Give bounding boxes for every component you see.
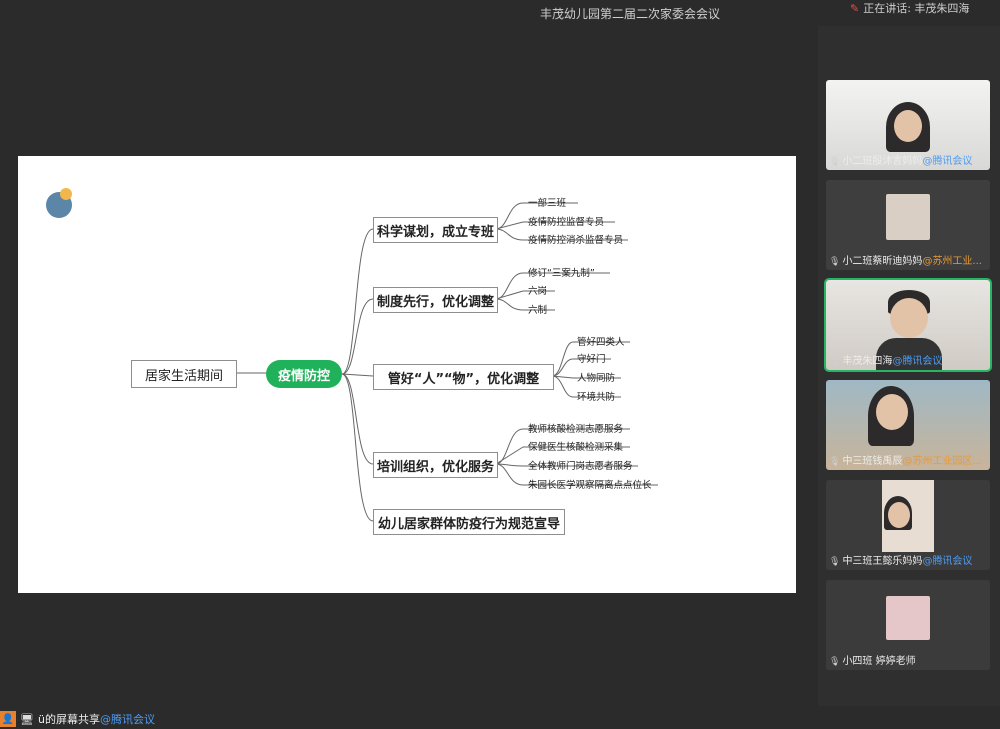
leaf-node: 环境共防: [577, 392, 616, 403]
participant-panel: 🎙 小二班殷沐言妈妈@腾讯会议 🎙 小二班蔡昕迪妈妈@苏州工业... 🎙 丰茂朱四海@…: [818, 26, 1000, 706]
branch-node: 制度先行，优化调整: [373, 287, 498, 313]
title-bar: 丰茂幼儿园第二届二次家委会会议 ✎ 正在讲话: 丰茂朱四海: [0, 0, 1000, 26]
speaking-indicator: ✎ 正在讲话: 丰茂朱四海: [850, 0, 969, 16]
mic-icon: 🎙: [829, 657, 841, 667]
mic-icon: 🎙: [829, 157, 841, 167]
participant-label: 🎙 中三班王懿乐妈妈@腾讯会议: [829, 556, 973, 567]
participant-label: 🎙 小四班 婷婷老师: [829, 656, 916, 667]
leaf-node: 人物同防: [577, 373, 616, 384]
screen-share-tag[interactable]: 👤 🖥 ü的屏幕共享 @腾讯会议: [0, 710, 155, 728]
face-shape: [890, 298, 928, 338]
mic-icon: 🎙: [829, 557, 841, 567]
avatar: [886, 194, 930, 240]
mindmap-center: 疫情防控: [266, 360, 342, 388]
leaf-node: 六岗: [528, 286, 548, 297]
branch-node: 管好“人”“物”，优化调整: [373, 364, 554, 390]
face-shape: [894, 110, 922, 142]
branch-node: 科学谋划，成立专班: [373, 217, 498, 243]
leaf-node: 保健医生核酸检测采集: [528, 442, 624, 453]
bottom-status-bar: 👤 🖥 ü的屏幕共享 @腾讯会议: [0, 706, 1000, 729]
leaf-node: 六制: [528, 305, 548, 316]
meeting-title: 丰茂幼儿园第二届二次家委会会议: [540, 7, 721, 21]
leaf-node: 修订“三案九制”: [528, 268, 595, 279]
participant-tile[interactable]: 🎙 中三班钱禹辰@苏州工业园区...: [826, 380, 990, 470]
leaf-node: 教师核酸检测志愿服务: [528, 424, 624, 435]
participant-tile[interactable]: 🎙 小二班殷沐言妈妈@腾讯会议: [826, 80, 990, 170]
face-shape: [876, 394, 908, 430]
speaking-text: 正在讲话: 丰茂朱四海: [863, 2, 970, 15]
participant-label: 🎙 丰茂朱四海@腾讯会议: [829, 356, 943, 367]
mic-icon: 🎙: [829, 257, 841, 267]
share-owner: ü的屏幕共享: [37, 713, 100, 726]
leaf-node: 疫情防控监督专员: [528, 217, 605, 228]
branch-node: 培训组织，优化服务: [373, 452, 498, 478]
participant-label: 🎙 小二班殷沐言妈妈@腾讯会议: [829, 156, 973, 167]
user-icon: 👤: [0, 711, 16, 727]
participant-tile[interactable]: 🎙 小二班蔡昕迪妈妈@苏州工业...: [826, 180, 990, 270]
avatar: [886, 596, 930, 640]
leaf-node: 朱园长医学观察隔离点点位长: [528, 480, 652, 491]
mindmap-root: 居家生活期间: [131, 360, 237, 388]
participant-tile[interactable]: 🎙 小四班 婷婷老师: [826, 580, 990, 670]
share-org: @腾讯会议: [99, 713, 155, 726]
participant-label: 🎙 中三班钱禹辰@苏州工业园区...: [829, 456, 982, 467]
participant-label: 🎙 小二班蔡昕迪妈妈@苏州工业...: [829, 256, 982, 267]
leaf-node: 管好四类人: [577, 337, 625, 348]
face-shape: [888, 502, 910, 528]
leaf-node: 全体教师门岗志愿者服务: [528, 461, 633, 472]
participant-tile[interactable]: 🎙 丰茂朱四海@腾讯会议: [824, 278, 992, 372]
branch-node: 幼儿居家群体防疫行为规范宣导: [373, 509, 565, 535]
screen-share-icon: 🖥: [20, 712, 34, 726]
mic-icon: 🎙: [829, 457, 841, 467]
participant-tile[interactable]: 🎙 中三班王懿乐妈妈@腾讯会议: [826, 480, 990, 570]
leaf-node: 疫情防控消杀监督专员: [528, 235, 624, 246]
mic-icon: 🎙: [829, 357, 841, 367]
speaking-icon: ✎: [850, 2, 860, 15]
leaf-node: 一部三班: [528, 198, 567, 209]
shared-slide: 居家生活期间 疫情防控 科学谋划，成立专班 制度先行，优化调整 管好“人”“物”…: [18, 156, 796, 593]
leaf-node: 守好门: [577, 354, 606, 365]
